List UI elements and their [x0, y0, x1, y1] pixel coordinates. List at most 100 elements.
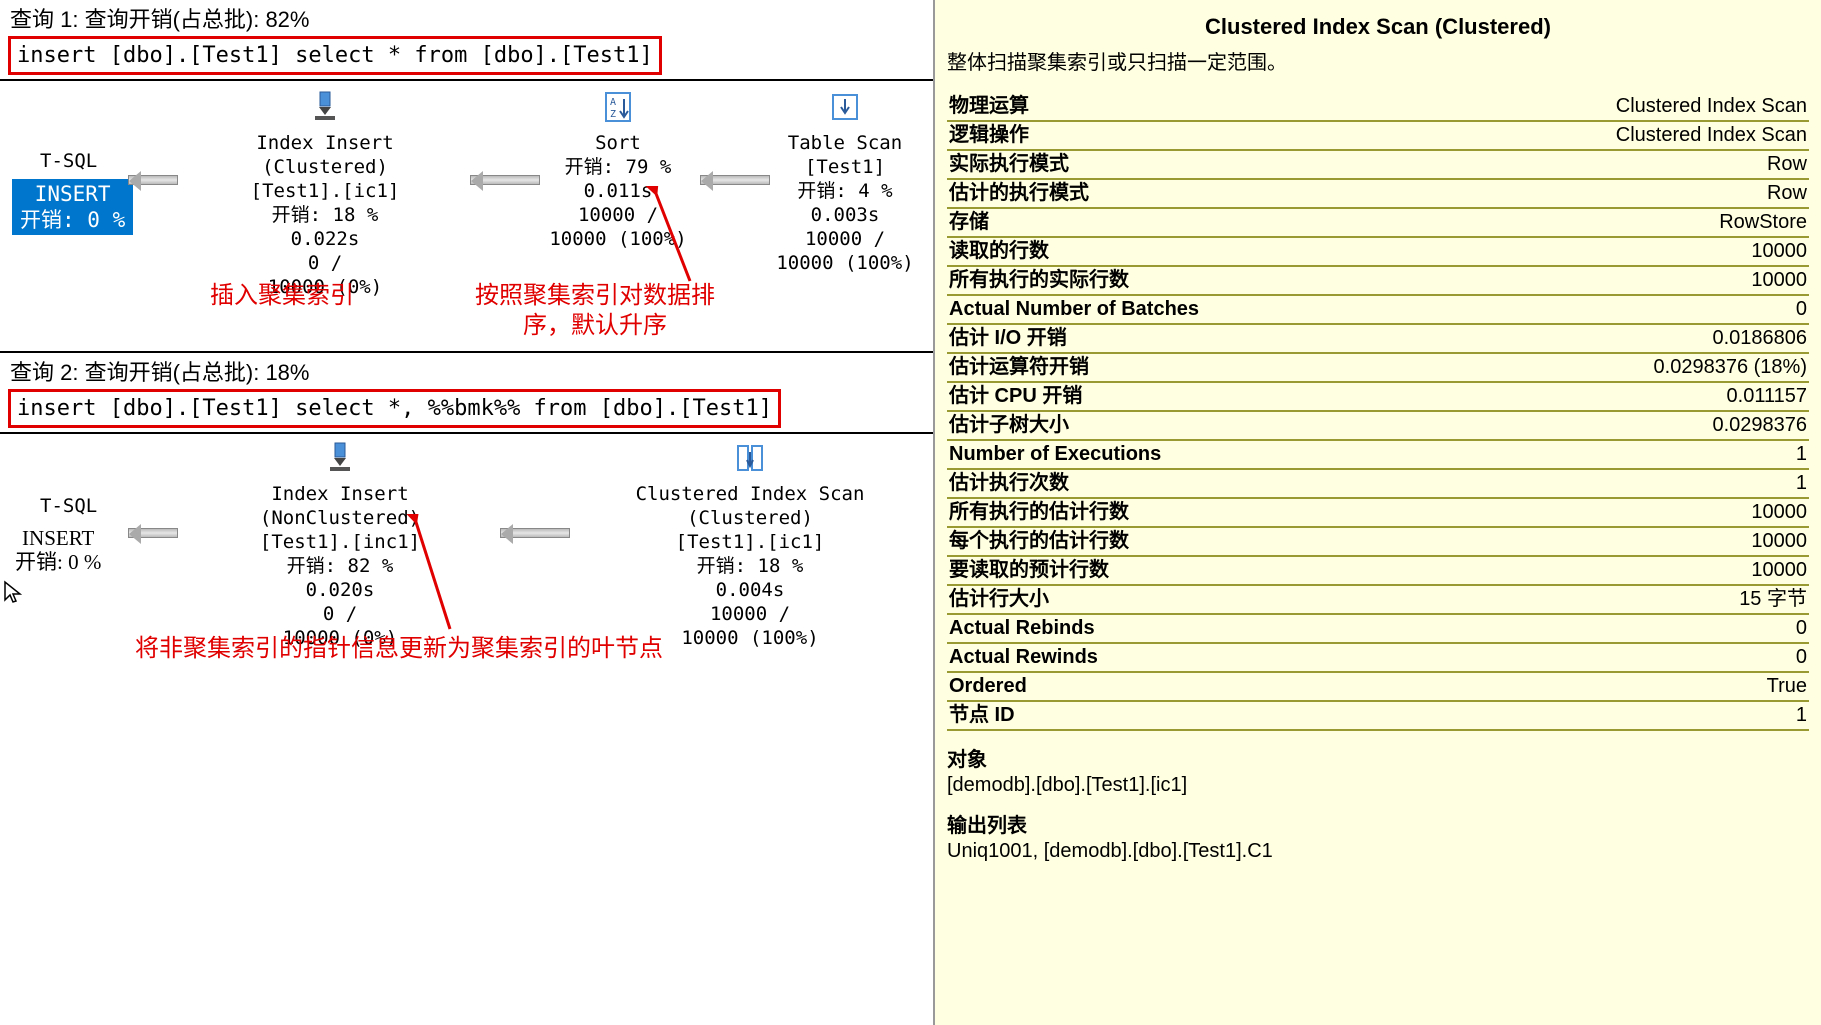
property-key: 要读取的预计行数	[949, 557, 1109, 584]
op-rows2: 10000 (100%)	[770, 251, 920, 275]
red-arrow-icon	[395, 514, 465, 634]
op-time: 0.022s	[190, 227, 460, 251]
property-row: 估计 I/O 开销0.0186806	[947, 325, 1809, 354]
op-cost: 开销: 18 %	[190, 203, 460, 227]
table-scan-operator[interactable]: Table Scan [Test1] 开销: 4 % 0.003s 10000 …	[770, 89, 920, 275]
property-value: RowStore	[1719, 209, 1807, 236]
insert-label: INSERT	[15, 526, 101, 550]
property-row: 估计运算符开销0.0298376 (18%)	[947, 354, 1809, 383]
property-key: 估计 CPU 开销	[949, 383, 1082, 410]
property-value: 0.011157	[1727, 383, 1807, 410]
property-row: 估计的执行模式 Row	[947, 180, 1809, 209]
property-row: 实际执行模式 Row	[947, 151, 1809, 180]
property-row: 存储 RowStore	[947, 209, 1809, 238]
index-insert-nc-icon	[322, 440, 358, 476]
op-cost: 开销: 18 %	[575, 554, 925, 578]
query2-header: 查询 2: 查询开销(占总批): 18%	[0, 351, 933, 389]
table-scan-icon	[827, 89, 863, 125]
op-title: Table Scan	[770, 131, 920, 155]
query1-plan[interactable]: T-SQL INSERT 开销: 0 % Index Insert (Clust…	[0, 81, 933, 351]
property-key: 读取的行数	[949, 238, 1049, 265]
arrow	[470, 175, 540, 185]
property-row: Actual Number of Batches0	[947, 296, 1809, 325]
property-value: 10000	[1751, 557, 1807, 584]
op-rows1: 0 /	[190, 251, 460, 275]
op-title: Sort	[545, 131, 691, 155]
insert-cost: 开销: 0 %	[20, 207, 125, 233]
property-value: 1	[1796, 470, 1807, 497]
property-value: 1	[1796, 702, 1807, 729]
insert-label: INSERT	[20, 181, 125, 207]
property-key: Actual Rewinds	[949, 644, 1098, 671]
clustered-index-scan-operator[interactable]: Clustered Index Scan (Clustered) [Test1]…	[575, 440, 925, 650]
property-value: 15 字节	[1739, 586, 1807, 613]
insert-cost: 开销: 0 %	[15, 550, 101, 574]
property-key: 所有执行的估计行数	[949, 499, 1129, 526]
property-key: 实际执行模式	[949, 151, 1069, 178]
property-value: Clustered Index Scan	[1616, 122, 1807, 149]
property-row: 估计子树大小0.0298376	[947, 412, 1809, 441]
op-title: Clustered Index Scan (Clustered)	[575, 482, 925, 530]
object-label: 对象	[947, 743, 1809, 772]
op-time: 0.003s	[770, 203, 920, 227]
property-row: 估计行大小 15 字节	[947, 586, 1809, 615]
property-key: 存储	[949, 209, 989, 236]
insert-operator[interactable]: INSERT 开销: 0 %	[15, 526, 101, 574]
property-row: 估计 CPU 开销 0.011157	[947, 383, 1809, 412]
property-value: 0	[1796, 644, 1807, 671]
tsql-label: T-SQL	[40, 149, 97, 173]
object-value: [demodb].[dbo].[Test1].[ic1]	[947, 774, 1809, 797]
op-obj: [Test1]	[770, 155, 920, 179]
annotation-1: 插入聚集索引	[210, 281, 354, 311]
property-row: Actual Rewinds 0	[947, 644, 1809, 673]
property-row: 估计执行次数 1	[947, 470, 1809, 499]
property-key: 所有执行的实际行数	[949, 267, 1129, 294]
property-row: 读取的行数10000	[947, 238, 1809, 267]
index-insert-icon	[307, 89, 343, 125]
property-value: Row	[1767, 180, 1807, 207]
op-obj: [Test1].[ic1]	[575, 530, 925, 554]
svg-text:A: A	[610, 97, 616, 108]
tooltip-desc: 整体扫描聚集索引或只扫描一定范围。	[947, 46, 1809, 75]
property-key: 估计执行次数	[949, 470, 1069, 497]
insert-operator[interactable]: INSERT 开销: 0 %	[12, 179, 133, 235]
annotation-3: 将非聚集索引的指针信息更新为聚集索引的叶节点	[135, 634, 663, 664]
property-key: Ordered	[949, 673, 1027, 700]
property-row: 所有执行的实际行数10000	[947, 267, 1809, 296]
output-value: Uniq1001, [demodb].[dbo].[Test1].C1	[947, 840, 1809, 863]
property-value: 0.0298376	[1712, 412, 1807, 439]
property-value: 0	[1796, 615, 1807, 642]
property-value: Row	[1767, 151, 1807, 178]
property-row: 所有执行的估计行数10000	[947, 499, 1809, 528]
property-value: 0.0186806	[1712, 325, 1807, 352]
property-row: 物理运算 Clustered Index Scan	[947, 93, 1809, 122]
property-key: 估计运算符开销	[949, 354, 1089, 381]
property-value: 1	[1796, 441, 1807, 468]
property-key: 节点 ID	[949, 702, 1015, 729]
op-time: 0.004s	[575, 578, 925, 602]
op-cost: 开销: 4 %	[770, 179, 920, 203]
tsql-label: T-SQL	[40, 494, 97, 518]
svg-text:Z: Z	[610, 109, 616, 120]
arrow	[128, 175, 178, 185]
index-insert-operator[interactable]: Index Insert (Clustered) [Test1].[ic1] 开…	[190, 89, 460, 299]
property-key: 物理运算	[949, 93, 1029, 120]
property-value: Clustered Index Scan	[1616, 93, 1807, 120]
property-row: OrderedTrue	[947, 673, 1809, 702]
property-key: 估计行大小	[949, 586, 1049, 613]
property-key: 逻辑操作	[949, 122, 1029, 149]
arrow	[700, 175, 770, 185]
query2-sql: insert [dbo].[Test1] select *, %%bmk%% f…	[8, 389, 781, 428]
query2-plan[interactable]: T-SQL INSERT 开销: 0 % Index Insert (NonCl…	[0, 434, 933, 694]
tooltip-title: Clustered Index Scan (Clustered)	[947, 14, 1809, 40]
op-rows1: 10000 /	[770, 227, 920, 251]
op-obj: [Test1].[ic1]	[190, 179, 460, 203]
property-key: 每个执行的估计行数	[949, 528, 1129, 555]
property-value: 10000	[1751, 528, 1807, 555]
property-key: 估计的执行模式	[949, 180, 1089, 207]
property-row: Actual Rebinds0	[947, 615, 1809, 644]
sort-icon: AZ	[600, 89, 636, 125]
property-row: 逻辑操作 Clustered Index Scan	[947, 122, 1809, 151]
property-row: 节点 ID 1	[947, 702, 1809, 731]
property-value: 0	[1796, 296, 1807, 323]
